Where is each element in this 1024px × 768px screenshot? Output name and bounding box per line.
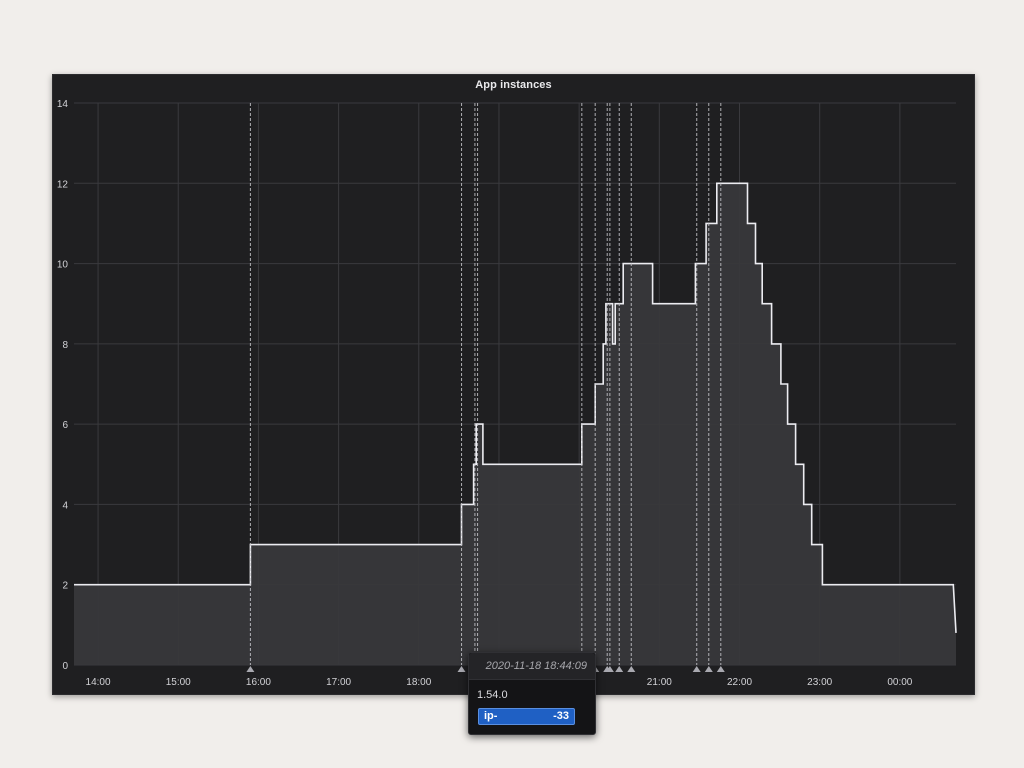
annotation-marker-icon [716,666,725,672]
tooltip-text: 1.54.0 [477,689,508,701]
annotation-tooltip: 2020-11-18 18:44:09 1.54.0 ip- -33 [468,652,596,735]
y-tick-label: 8 [62,340,68,351]
tooltip-tag-prefix: ip- [484,710,498,722]
annotation-marker-icon [615,666,624,672]
annotation-marker-icon [627,666,636,672]
x-tick-label: 14:00 [86,677,111,688]
y-tick-label: 6 [62,420,68,431]
x-tick-label: 18:00 [406,677,431,688]
annotation-marker-icon [246,666,255,672]
x-tick-label: 16:00 [246,677,271,688]
x-tick-label: 15:00 [166,677,191,688]
tooltip-tag[interactable]: ip- -33 [478,708,575,725]
y-tick-label: 14 [57,99,69,110]
annotation-marker-icon [457,666,466,672]
x-tick-label: 00:00 [887,677,912,688]
annotation-marker-icon [704,666,713,672]
y-tick-label: 12 [57,179,69,190]
y-tick-label: 0 [62,661,68,672]
x-tick-label: 21:00 [647,677,672,688]
y-tick-label: 4 [62,500,68,511]
x-tick-label: 17:00 [326,677,351,688]
x-tick-label: 22:00 [727,677,752,688]
time-series-chart[interactable]: 0246810121414:0015:0016:0017:0018:0019:0… [53,75,974,694]
y-tick-label: 10 [57,260,69,271]
tooltip-tag-suffix: -33 [553,710,569,722]
annotation-marker-icon [692,666,701,672]
chart-panel: App instances 0 2 4 6 8 10 12 14 14:00 15:00 16:00… [52,74,975,735]
y-tick-label: 2 [62,581,68,592]
tooltip-time: 2020-11-18 18:44:09 [469,653,595,680]
x-tick-label: 23:00 [807,677,832,688]
